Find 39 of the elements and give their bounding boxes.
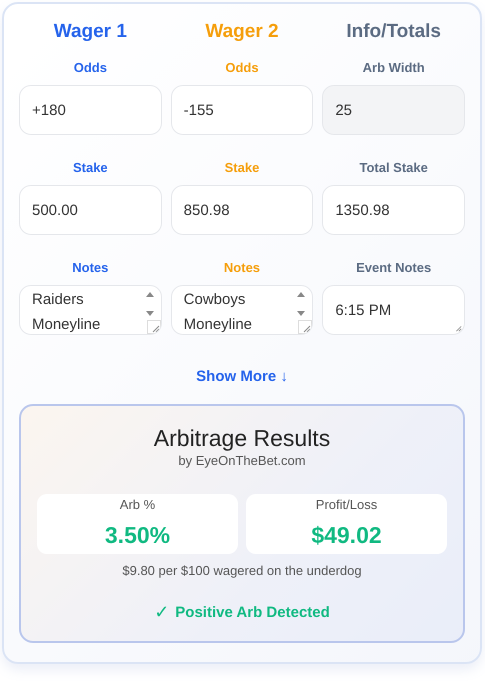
stat-value: 3.50% <box>104 522 170 549</box>
results-subtitle: by EyeOnTheBet.com <box>178 453 306 468</box>
field-label: Notes <box>222 260 262 276</box>
column-title: Wager 1 <box>52 21 128 44</box>
field-label: Event Notes <box>355 260 432 276</box>
notes-text: Cowboys Moneyline <box>184 290 254 334</box>
column-title: Wager 2 <box>204 21 280 44</box>
status-text: Positive Arb Detected <box>175 604 330 621</box>
stat-value: $49.02 <box>311 522 382 549</box>
show-more-link[interactable]: Show More ↓ <box>192 366 292 387</box>
field-label: Arb Width <box>362 60 426 76</box>
stat-label: Arb % <box>120 497 156 512</box>
resize-grip-icon[interactable] <box>454 324 462 332</box>
field-label: Notes <box>71 260 110 276</box>
input-field[interactable]: -155 <box>170 85 314 135</box>
notes-text: Raiders Moneyline <box>32 290 102 334</box>
input-field: 25 <box>322 85 465 135</box>
scroll-arrows-icon[interactable] <box>144 291 155 317</box>
notes-text: 6:15 PM <box>335 301 392 321</box>
resize-grip-icon[interactable] <box>298 320 312 334</box>
input-field[interactable]: 500.00 <box>19 185 162 235</box>
notes-field[interactable]: 6:15 PM <box>322 285 465 335</box>
resize-grip-icon[interactable] <box>146 320 161 334</box>
field-label: Stake <box>72 160 109 176</box>
input-field[interactable]: +180 <box>19 85 162 135</box>
field-label: Odds <box>72 60 108 76</box>
check-icon: ✓ <box>154 602 170 623</box>
notes-field[interactable]: Raiders Moneyline <box>19 285 162 335</box>
results-note: $9.80 per $100 wagered on the underdog <box>122 563 362 578</box>
field-label: Total Stake <box>358 160 429 176</box>
stat-label: Profit/Loss <box>316 497 378 512</box>
input-field[interactable]: 1350.98 <box>322 185 465 235</box>
scroll-arrows-icon[interactable] <box>296 291 306 317</box>
results-title: Arbitrage Results <box>154 424 330 452</box>
column-title: Info/Totals <box>345 21 442 44</box>
field-label: Odds <box>224 60 260 76</box>
notes-field[interactable]: Cowboys Moneyline <box>170 285 314 335</box>
input-field[interactable]: 850.98 <box>170 185 314 235</box>
field-label: Stake <box>224 160 260 176</box>
